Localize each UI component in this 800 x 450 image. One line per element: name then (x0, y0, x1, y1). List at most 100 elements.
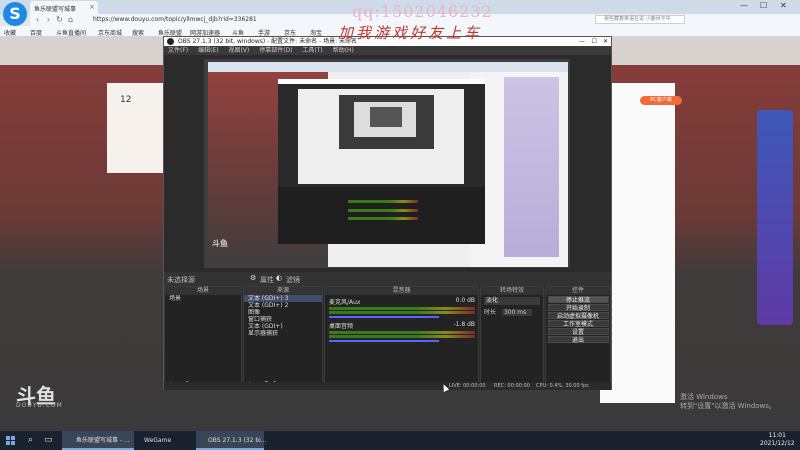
settings-button[interactable]: 设置 (547, 328, 609, 336)
bookmark-item[interactable]: 斗鱼直播间 (56, 28, 86, 37)
system-clock[interactable]: 11:01 2021/12/12 (760, 432, 795, 448)
menu-file[interactable]: 文件(F) (168, 47, 188, 54)
mixer-dock: 混音器 麦克风/Aux 0.0 dB 桌面音频 -1.8 dB (324, 286, 479, 390)
mixer-track-mic: 麦克风/Aux 0.0 dB (329, 297, 475, 318)
source-item[interactable]: 文本 (GDI+) 2 (244, 302, 322, 309)
slogan-watermark: 加我游戏好友上车 (338, 24, 483, 42)
qq-watermark: qq:1502046232 (352, 2, 493, 21)
cpu-status: CPU: 0.4%, 30.00 fps (536, 383, 589, 389)
bookmark-item[interactable]: 收藏 (4, 28, 16, 37)
status-bar: LIVE: 00:00:00 REC: 00:00:00 CPU: 0.4%, … (164, 382, 611, 390)
preview-browser-bar (208, 62, 568, 72)
controls-header: 控件 (546, 287, 610, 295)
transitions-dock: 转场特效 淡化 时长 300 ms (480, 286, 544, 390)
duration-input[interactable]: 300 ms (501, 309, 532, 316)
side-banner[interactable] (757, 110, 793, 325)
obs-title-text: OBS 27.1.3 (32 bit, windows) - 配置文件: 未命名… (178, 38, 358, 45)
preview-douyu-logo: 斗鱼 (212, 239, 228, 248)
close-icon[interactable]: × (89, 3, 95, 11)
taskbar-browser[interactable]: 鱼乐联盟写城事 - ... (62, 431, 134, 450)
gear-icon[interactable]: ⚙ (250, 274, 256, 282)
maximize-button[interactable]: ☐ (760, 1, 767, 10)
preview-docks (278, 187, 485, 244)
start-recording-button[interactable]: 开始录制 (547, 304, 609, 312)
scene-item[interactable]: 场景 (165, 295, 241, 302)
obs-minimize-button[interactable]: — (579, 37, 585, 46)
track-db: 0.0 dB (455, 297, 475, 304)
tab-active[interactable]: 鱼乐联盟写城事 × (30, 1, 98, 15)
track-name: 麦克风/Aux (329, 299, 361, 306)
preview-level5 (370, 107, 402, 127)
exit-button[interactable]: 退出 (547, 336, 609, 344)
taskbar-obs[interactable]: OBS 27.1.3 (32 bi... (196, 431, 267, 450)
url-input[interactable]: https://www.douyu.com/topic/yllmwcj_djb?… (93, 15, 293, 24)
virtual-camera-button[interactable]: 启动虚拟摄像机 (547, 312, 609, 320)
mixer-header: 混音器 (325, 287, 478, 295)
bookmark-item[interactable]: 百度 (30, 28, 42, 37)
track-name: 桌面音频 (329, 323, 354, 330)
obs-close-button[interactable]: ✕ (603, 37, 608, 46)
source-item[interactable]: 文本 (GDI+) 3 (244, 295, 322, 302)
activate-windows-notice: 激活 Windows 转到"设置"以激活 Windows。 (680, 393, 776, 411)
mixer-track-desktop: 桌面音频 -1.8 dB (329, 321, 475, 342)
menu-docks[interactable]: 停靠部件(D) (259, 47, 292, 54)
close-window-button[interactable]: ✕ (780, 1, 787, 10)
search-input[interactable]: 那些藏着英语在说 小鹿世平中 (595, 15, 685, 24)
transitions-header: 转场特效 (481, 287, 543, 295)
scenes-header: 场景 (165, 287, 241, 295)
scenes-dock: 场景 场景 + − ⌃ ⌄ (164, 286, 242, 390)
windows-start-icon[interactable] (6, 436, 15, 445)
stop-streaming-button[interactable]: 停止推流 (547, 296, 609, 304)
source-toolbar: 未选择源 ⚙ 属性 ◐ 滤镜 (164, 272, 611, 286)
duration-label: 时长 (484, 309, 497, 316)
properties-button[interactable]: 属性 (260, 275, 274, 285)
source-item[interactable]: 窗口捕获 (244, 316, 322, 323)
menu-edit[interactable]: 编辑(E) (198, 47, 218, 54)
preview-meter (348, 209, 418, 212)
douyu-logo-sub: DOUYU.COM (16, 402, 63, 409)
source-item[interactable]: 文本 (GDI+) (244, 323, 322, 330)
browser-logo-icon[interactable]: S (3, 2, 27, 26)
obs-maximize-button[interactable]: ☐ (592, 37, 597, 46)
studio-mode-button[interactable]: 工作室模式 (547, 320, 609, 328)
taskbar-wegame[interactable]: WeGame (136, 431, 194, 450)
tab-title: 鱼乐联盟写城事 (34, 6, 77, 13)
sources-dock: 来源 文本 (GDI+) 3 文本 (GDI+) 2 图像 窗口捕获 文本 (G… (243, 286, 323, 390)
clock-date: 2021/12/12 (760, 440, 795, 447)
no-source-label: 未选择源 (167, 276, 195, 284)
obs-window: OBS 27.1.3 (32 bit, windows) - 配置文件: 未命名… (163, 36, 612, 390)
rec-status: REC: 00:00:00 (494, 383, 530, 389)
controls-dock: 控件 停止推流 开始录制 启动虚拟摄像机 工作室模式 设置 退出 (545, 286, 611, 390)
transition-select[interactable]: 淡化 (484, 297, 540, 305)
source-item[interactable]: 图像 (244, 309, 322, 316)
bookmark-item[interactable]: 搜索 (132, 28, 144, 37)
track-db: -1.8 dB (453, 321, 475, 328)
activate-hint: 转到"设置"以激活 Windows。 (680, 402, 776, 410)
streamer-card[interactable] (107, 83, 167, 173)
task-view-icon[interactable]: ▭ (44, 431, 53, 450)
pc-client-button[interactable]: PC客户端 (640, 96, 682, 105)
back-icon[interactable]: ‹ (33, 15, 42, 24)
volume-slider[interactable] (329, 340, 439, 342)
preview-obs-titlebar (278, 79, 485, 84)
menu-tools[interactable]: 工具(T) (302, 47, 322, 54)
preview-banner (504, 77, 559, 257)
volume-slider[interactable] (329, 316, 439, 318)
obs-menubar: 文件(F) 编辑(E) 视图(V) 停靠部件(D) 工具(T) 帮助(H) (164, 46, 611, 55)
live-status: LIVE: 00:00:00 (449, 383, 486, 389)
sources-header: 来源 (244, 287, 322, 295)
minimize-button[interactable]: — (740, 1, 748, 10)
search-icon[interactable]: ⌕ (28, 431, 33, 450)
obs-logo-icon (167, 38, 174, 45)
home-icon[interactable]: ⌂ (66, 15, 75, 24)
obs-docks: 场景 场景 + − ⌃ ⌄ 来源 文本 (GDI+) 3 文本 (GDI+) 2… (164, 286, 611, 390)
refresh-icon[interactable]: ↻ (55, 15, 64, 24)
menu-help[interactable]: 帮助(H) (333, 47, 354, 54)
level-count: 12 (120, 95, 132, 105)
source-item[interactable]: 显示器捕获 (244, 330, 322, 337)
forward-icon[interactable]: › (44, 15, 53, 24)
filter-icon[interactable]: ◐ (276, 274, 282, 282)
bookmark-item[interactable]: 京东商城 (98, 28, 122, 37)
menu-view[interactable]: 视图(V) (228, 47, 249, 54)
filters-button[interactable]: 滤镜 (286, 275, 300, 285)
